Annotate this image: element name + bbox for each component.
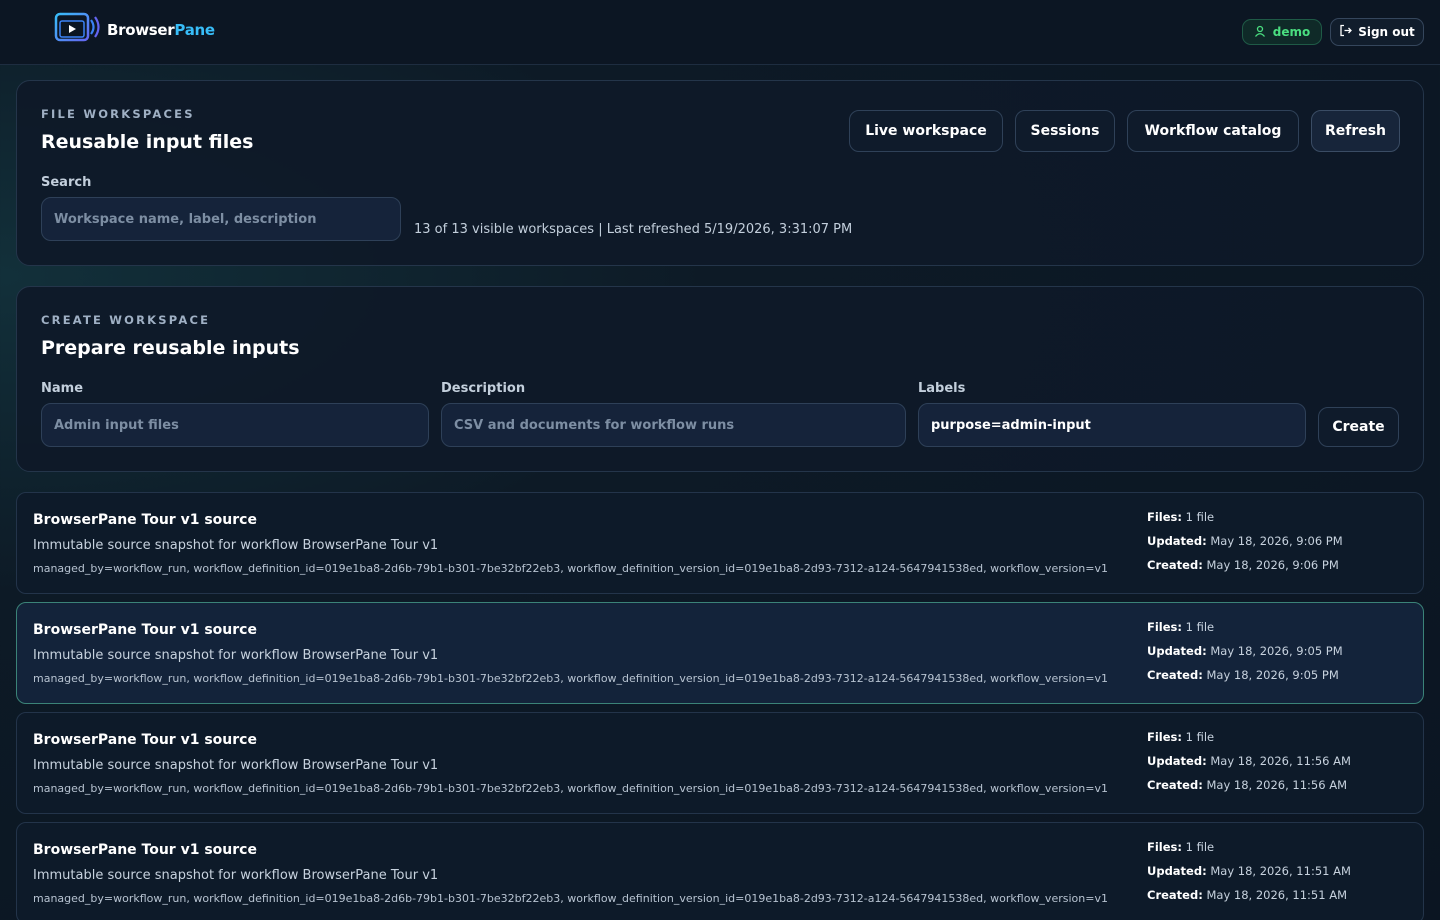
files-value: 1 file [1185,730,1215,744]
workspace-created: Created: May 18, 2026, 9:06 PM [1147,558,1339,572]
section-title: Prepare reusable inputs [41,337,300,359]
created-key: Created: [1147,668,1203,682]
workspace-updated: Updated: May 18, 2026, 11:56 AM [1147,754,1351,768]
brand-name: BrowserPane [107,21,215,39]
workspace-row-selected[interactable]: BrowserPane Tour v1 source Immutable sou… [16,602,1424,704]
workspace-count-status: 13 of 13 visible workspaces | Last refre… [414,222,853,237]
description-label: Description [441,381,526,396]
workspace-description: Immutable source snapshot for workflow B… [33,648,439,663]
workspace-row[interactable]: BrowserPane Tour v1 source Immutable sou… [16,712,1424,814]
workspace-files: Files: 1 file [1147,510,1214,524]
search-input[interactable] [41,197,401,241]
brand-name-part-2: Pane [174,21,215,39]
workspace-created: Created: May 18, 2026, 9:05 PM [1147,668,1339,682]
search-label: Search [41,175,92,190]
browserpane-logo-icon [54,11,104,49]
sign-out-label: Sign out [1358,25,1415,39]
updated-key: Updated: [1147,754,1207,768]
sessions-button[interactable]: Sessions [1015,110,1115,152]
updated-key: Updated: [1147,644,1207,658]
created-value: May 18, 2026, 11:51 AM [1206,888,1348,902]
created-value: May 18, 2026, 11:56 AM [1206,778,1348,792]
files-value: 1 file [1185,840,1215,854]
created-key: Created: [1147,558,1203,572]
created-key: Created: [1147,778,1203,792]
updated-key: Updated: [1147,534,1207,548]
created-value: May 18, 2026, 9:05 PM [1206,668,1339,682]
workspace-row[interactable]: BrowserPane Tour v1 source Immutable sou… [16,492,1424,594]
workspace-description: Immutable source snapshot for workflow B… [33,758,439,773]
workspace-files: Files: 1 file [1147,620,1214,634]
brand-logo[interactable]: BrowserPane [54,11,215,49]
updated-value: May 18, 2026, 11:51 AM [1210,864,1351,878]
page-title: Reusable input files [41,131,254,153]
workspace-files: Files: 1 file [1147,840,1214,854]
workspace-updated: Updated: May 18, 2026, 11:51 AM [1147,864,1351,878]
workspace-created: Created: May 18, 2026, 11:51 AM [1147,888,1347,902]
name-input[interactable] [41,403,429,447]
workspace-row[interactable]: BrowserPane Tour v1 source Immutable sou… [16,822,1424,920]
files-key: Files: [1147,620,1182,634]
created-value: May 18, 2026, 9:06 PM [1206,558,1339,572]
workspace-updated: Updated: May 18, 2026, 9:06 PM [1147,534,1343,548]
create-workspace-panel: CREATE WORKSPACE Prepare reusable inputs… [16,286,1424,472]
refresh-button[interactable]: Refresh [1311,110,1400,152]
workspace-updated: Updated: May 18, 2026, 9:05 PM [1147,644,1343,658]
live-workspace-button[interactable]: Live workspace [849,110,1003,152]
workspace-labels: managed_by=workflow_run, workflow_defini… [33,562,1108,575]
section-eyebrow: FILE WORKSPACES [41,107,195,121]
workspace-labels: managed_by=workflow_run, workflow_defini… [33,892,1108,905]
top-bar: BrowserPane demo Sign out [0,0,1440,65]
user-badge[interactable]: demo [1242,19,1322,45]
files-key: Files: [1147,510,1182,524]
sign-out-icon [1339,24,1353,40]
workspace-files: Files: 1 file [1147,730,1214,744]
sign-out-button[interactable]: Sign out [1330,18,1424,46]
workspace-description: Immutable source snapshot for workflow B… [33,538,439,553]
user-icon [1254,25,1266,40]
description-input[interactable] [441,403,906,447]
labels-label: Labels [918,381,966,396]
workspace-title: BrowserPane Tour v1 source [33,622,257,638]
updated-value: May 18, 2026, 9:06 PM [1210,534,1343,548]
user-name: demo [1272,25,1311,39]
files-value: 1 file [1185,510,1215,524]
workspace-description: Immutable source snapshot for workflow B… [33,868,439,883]
updated-key: Updated: [1147,864,1207,878]
updated-value: May 18, 2026, 9:05 PM [1210,644,1343,658]
workspace-title: BrowserPane Tour v1 source [33,512,257,528]
brand-name-part-1: Browser [107,21,175,39]
files-key: Files: [1147,730,1182,744]
files-value: 1 file [1185,620,1215,634]
workspace-created: Created: May 18, 2026, 11:56 AM [1147,778,1347,792]
created-key: Created: [1147,888,1203,902]
labels-input[interactable] [918,403,1306,447]
workflow-catalog-button[interactable]: Workflow catalog [1127,110,1299,152]
workspace-labels: managed_by=workflow_run, workflow_defini… [33,672,1108,685]
workspace-title: BrowserPane Tour v1 source [33,732,257,748]
name-label: Name [41,381,84,396]
updated-value: May 18, 2026, 11:56 AM [1210,754,1351,768]
workspace-labels: managed_by=workflow_run, workflow_defini… [33,782,1108,795]
files-key: Files: [1147,840,1182,854]
file-workspaces-panel: FILE WORKSPACES Reusable input files Liv… [16,80,1424,266]
create-button[interactable]: Create [1318,407,1399,447]
section-eyebrow: CREATE WORKSPACE [41,313,211,327]
workspace-title: BrowserPane Tour v1 source [33,842,257,858]
